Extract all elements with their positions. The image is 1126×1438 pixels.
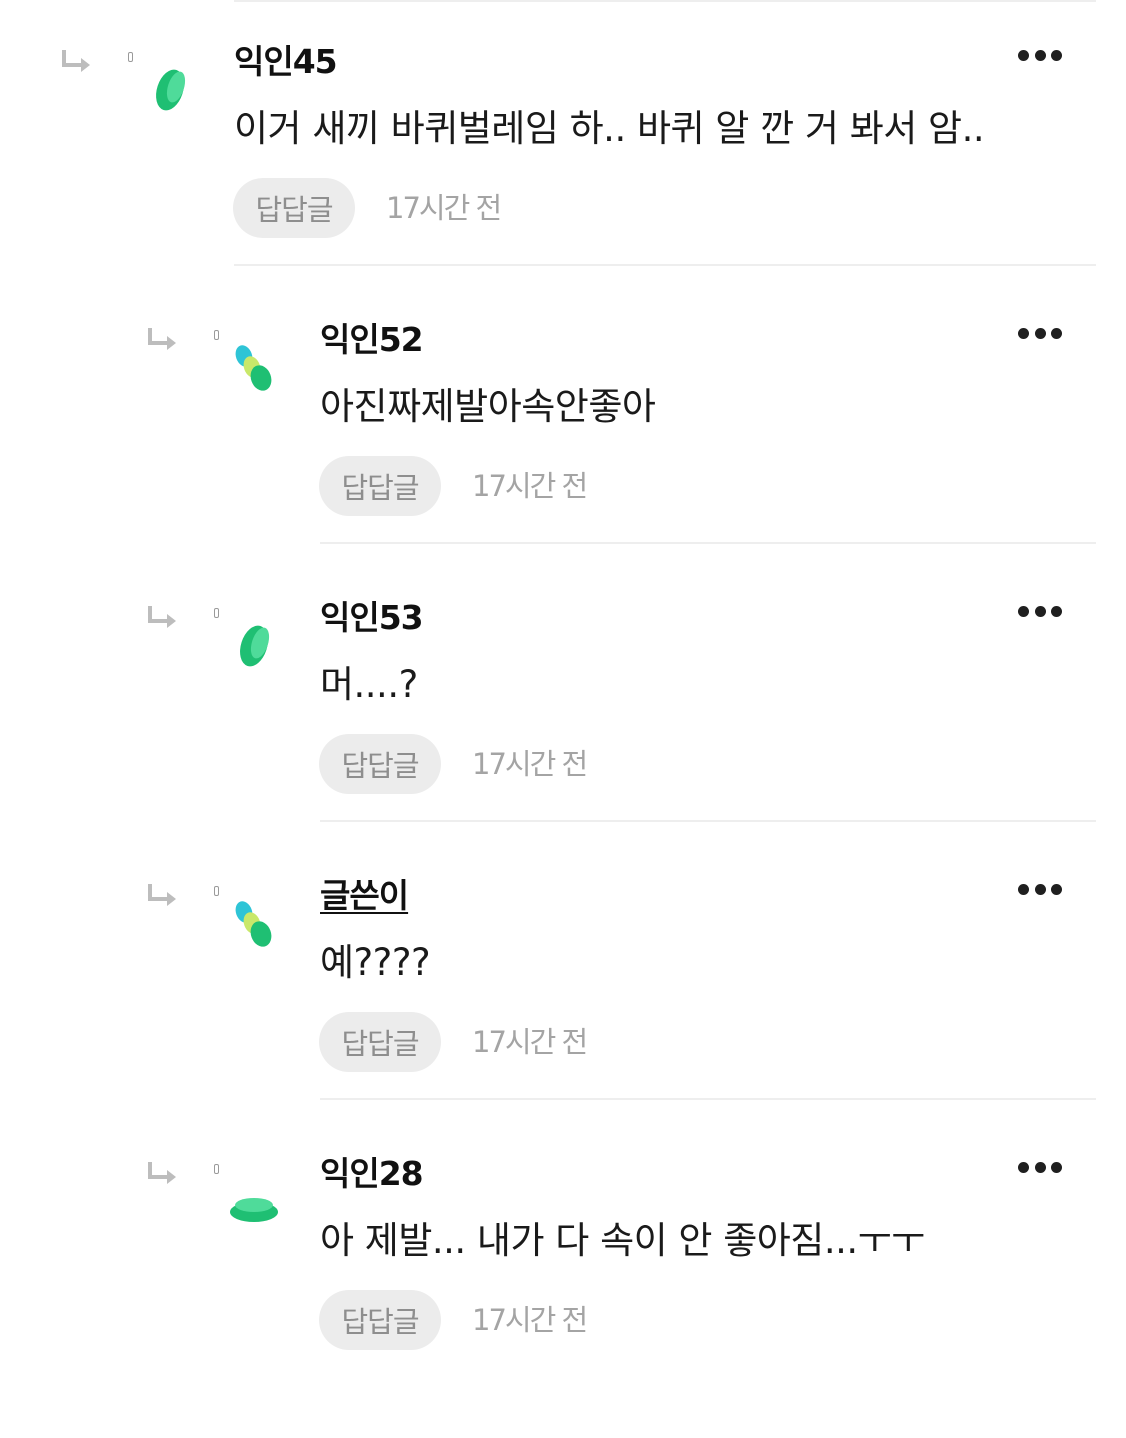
reply-arrow-icon [148,884,176,906]
checkbox-icon[interactable] [214,330,219,340]
checkbox-icon[interactable] [128,52,133,62]
comment-item: 익인28 아 제발... 내가 다 속이 안 좋아짐...ㅜㅜ 답답글 17시간… [0,1154,1126,1438]
comment-time: 17시간 전 [472,1303,588,1337]
comment-text: 아 제발... 내가 다 속이 안 좋아짐...ㅜㅜ [320,1219,925,1262]
reply-button[interactable]: 답답글 [233,178,355,238]
multicolor-bean-avatar [235,345,272,391]
checkbox-icon[interactable] [214,608,219,618]
comment-item: 익인52 아진짜제발아속안좋아 답답글 17시간 전 [0,320,1126,604]
comment-text: 아진짜제발아속안좋아 [320,385,656,428]
reply-button[interactable]: 답답글 [319,1012,441,1072]
comment-item: 익인45 이거 새끼 바퀴벌레임 하.. 바퀴 알 깐 거 봐서 암.. 답답글… [0,42,1126,326]
more-options-icon[interactable] [1018,1160,1062,1174]
reply-button[interactable]: 답답글 [319,734,441,794]
reply-arrow-icon [148,606,176,628]
comment-item: 글쓴이 예???? 답답글 17시간 전 [0,876,1126,1160]
comment-time: 17시간 전 [472,1025,588,1059]
comment-text: 이거 새끼 바퀴벌레임 하.. 바퀴 알 깐 거 봐서 암.. [234,107,985,150]
reply-button[interactable]: 답답글 [319,456,441,516]
more-options-icon[interactable] [1018,48,1062,62]
more-options-icon[interactable] [1018,326,1062,340]
green-bean-avatar [240,625,270,667]
comment-divider [320,1098,1096,1100]
reply-arrow-icon [62,50,90,72]
more-options-icon[interactable] [1018,882,1062,896]
comment-item: 익인53 머....? 답답글 17시간 전 [0,598,1126,882]
comment-text: 예???? [320,941,431,984]
author-nickname[interactable]: 글쓴이 [320,874,409,918]
more-options-icon[interactable] [1018,604,1062,618]
comment-time: 17시간 전 [386,191,502,225]
green-bean-avatar [156,69,186,111]
reply-arrow-icon [148,328,176,350]
comment-nickname[interactable]: 익인52 [320,318,424,362]
comment-divider [320,542,1096,544]
reply-arrow-icon [148,1162,176,1184]
comment-nickname[interactable]: 익인53 [320,596,424,640]
checkbox-icon[interactable] [214,886,219,896]
comment-divider [234,264,1096,266]
comment-time: 17시간 전 [472,747,588,781]
top-divider [234,0,1096,2]
comment-nickname[interactable]: 익인28 [320,1152,424,1196]
comment-divider [320,820,1096,822]
comment-nickname[interactable]: 익인45 [234,40,338,84]
multicolor-bean-avatar [235,901,272,947]
reply-button[interactable]: 답답글 [319,1290,441,1350]
flat-disc-avatar [230,1198,278,1222]
checkbox-icon[interactable] [214,1164,219,1174]
comment-text: 머....? [320,663,418,706]
comment-time: 17시간 전 [472,469,588,503]
